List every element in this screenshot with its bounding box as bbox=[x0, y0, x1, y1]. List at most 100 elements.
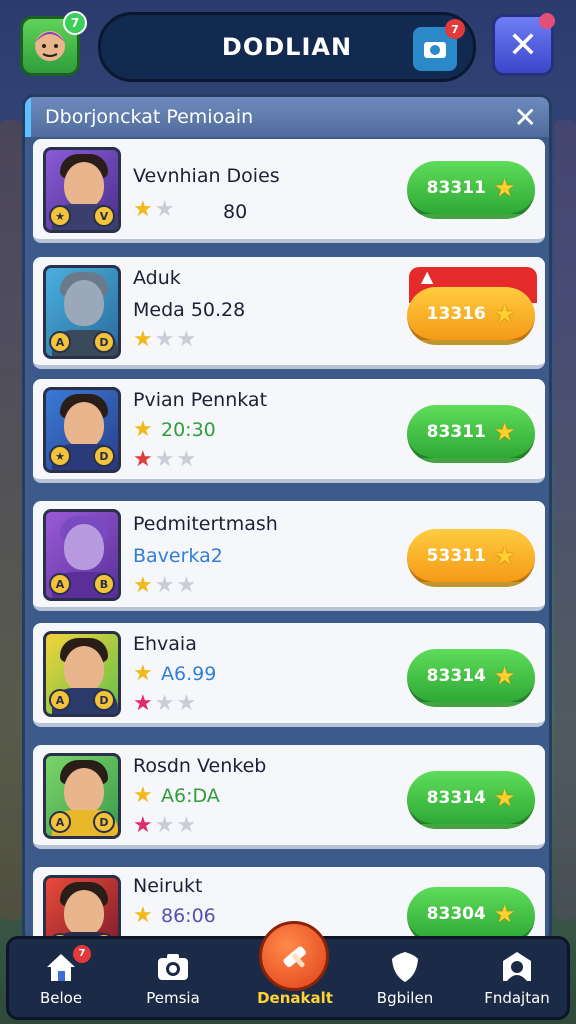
price-label: 83311 bbox=[426, 421, 486, 442]
star-empty-icon: ★★ bbox=[154, 813, 199, 838]
nav-badge: 7 bbox=[73, 945, 91, 963]
list-item[interactable]: ★ D Pvian Pennkat ★ 20:30 ★★★ 83311 ★ bbox=[33, 379, 545, 483]
list-item[interactable]: A D Rosdn Venkeb ★ A6:DA ★★★ 83314 ★ bbox=[33, 745, 545, 849]
tag-icon: ▲ bbox=[421, 267, 434, 286]
star-currency-icon: ★ bbox=[493, 417, 516, 446]
price-label: 13316 bbox=[426, 303, 486, 324]
title-banner: DODLIAN 7 bbox=[98, 12, 476, 82]
close-icon: ✕ bbox=[507, 24, 539, 66]
star-empty-icon: ★★ bbox=[154, 327, 199, 352]
portrait-face bbox=[64, 890, 104, 936]
character-portrait: A B bbox=[43, 509, 121, 601]
center-action-button[interactable] bbox=[259, 921, 329, 991]
class-badge: D bbox=[93, 331, 115, 353]
panel-title: Dborjonckat Pemioain bbox=[45, 106, 254, 128]
character-name: Pvian Pennkat bbox=[133, 389, 268, 411]
character-name: Ehvaia bbox=[133, 633, 197, 655]
rank-badge: A bbox=[49, 573, 71, 595]
class-badge: B bbox=[93, 573, 115, 595]
nav-item-camera[interactable]: Pemsia bbox=[121, 939, 225, 1019]
notification-dot bbox=[539, 13, 555, 29]
star-filled-icon: ★ bbox=[133, 903, 155, 928]
star-filled-icon: ★ bbox=[133, 573, 155, 598]
character-timer: 86:06 bbox=[161, 905, 216, 927]
star-filled-icon: ★ bbox=[133, 327, 155, 352]
price-label: 83314 bbox=[426, 787, 486, 808]
camera-button[interactable]: 7 bbox=[413, 19, 465, 71]
character-stat: Meda 50.28 bbox=[133, 299, 246, 321]
character-portrait: A D bbox=[43, 875, 121, 941]
portrait-face bbox=[64, 768, 104, 814]
star-rating: ★★★ bbox=[133, 813, 198, 838]
bottom-nav: 7 Beloe Pemsia Denakalt Bgbilen Fndajtan bbox=[6, 921, 570, 1020]
character-list-panel: Dborjonckat Pemioain ✕ ★ V Vevnhian Doie… bbox=[22, 94, 552, 944]
list-item[interactable]: A B Pedmitertmash Baverka2 ★★★ 53311 ★ bbox=[33, 501, 545, 611]
buy-button[interactable]: 83314 ★ bbox=[407, 649, 535, 707]
star-empty-icon: ★★ bbox=[154, 691, 199, 716]
list-item[interactable]: ★ V Vevnhian Doies 80 ★★ 83311 ★ bbox=[33, 139, 545, 243]
star-currency-icon: ★ bbox=[493, 541, 516, 570]
timer-star: ★ bbox=[133, 783, 155, 808]
background-building bbox=[554, 120, 576, 920]
shield-icon bbox=[392, 952, 418, 982]
star-rating: ★★ bbox=[133, 197, 176, 222]
nav-item-home[interactable]: 7 Beloe bbox=[9, 939, 113, 1019]
portrait-face bbox=[64, 402, 104, 448]
nav-label: Pemsia bbox=[146, 989, 200, 1007]
star-filled-icon: ★ bbox=[133, 447, 155, 472]
star-filled-icon: ★ bbox=[133, 197, 155, 222]
star-rating: ★★★ bbox=[133, 691, 198, 716]
class-badge: D bbox=[93, 445, 115, 467]
class-badge: D bbox=[93, 811, 115, 833]
top-bar: 7 DODLIAN 7 ✕ bbox=[0, 0, 576, 92]
portrait-face bbox=[64, 524, 104, 570]
profile-icon bbox=[503, 952, 531, 981]
portrait-face bbox=[64, 280, 104, 326]
rank-badge: ★ bbox=[49, 445, 71, 467]
character-stat: A6.99 bbox=[161, 663, 217, 685]
rank-badge: A bbox=[49, 331, 71, 353]
portrait-face bbox=[64, 162, 104, 208]
character-name: Neirukt bbox=[133, 875, 203, 897]
camera-icon bbox=[158, 954, 188, 980]
star-currency-icon: ★ bbox=[493, 783, 516, 812]
nav-item-profile[interactable]: Fndajtan bbox=[465, 939, 569, 1019]
character-stat: Baverka2 bbox=[133, 545, 223, 567]
star-rating: ★★★ bbox=[133, 447, 198, 472]
star-currency-icon: ★ bbox=[493, 299, 516, 328]
character-portrait: A D bbox=[43, 631, 121, 717]
close-button[interactable]: ✕ bbox=[492, 13, 555, 76]
buy-button[interactable]: 83311 ★ bbox=[407, 161, 535, 219]
rank-badge: A bbox=[49, 811, 71, 833]
buy-button[interactable]: 83314 ★ bbox=[407, 771, 535, 829]
buy-button[interactable]: 53311 ★ bbox=[407, 529, 535, 587]
star-filled-icon: ★ bbox=[133, 661, 155, 686]
timer-star: ★ bbox=[133, 417, 155, 442]
character-timer: 20:30 bbox=[161, 419, 216, 441]
star-filled-icon: ★ bbox=[133, 417, 155, 442]
character-name: Pedmitertmash bbox=[133, 513, 278, 535]
character-portrait: ★ D bbox=[43, 387, 121, 473]
class-badge: V bbox=[93, 205, 115, 227]
nav-label: Beloe bbox=[39, 989, 83, 1007]
buy-button[interactable]: 83311 ★ bbox=[407, 405, 535, 463]
character-portrait: A D bbox=[43, 753, 121, 839]
camera-icon bbox=[424, 42, 446, 58]
nav-label-active[interactable]: Denakalt bbox=[235, 989, 355, 1007]
list-item[interactable]: A D Ehvaia ★ A6.99 ★★★ 83314 ★ bbox=[33, 623, 545, 727]
hammer-icon bbox=[283, 946, 306, 968]
character-timer: A6:DA bbox=[161, 785, 220, 807]
portrait-face bbox=[64, 646, 104, 692]
rank-badge: ★ bbox=[49, 205, 71, 227]
character-avatar-icon bbox=[35, 31, 65, 61]
panel-close-icon[interactable]: ✕ bbox=[514, 101, 537, 134]
star-currency-icon: ★ bbox=[493, 173, 516, 202]
nav-item-shield[interactable]: Bgbilen bbox=[353, 939, 457, 1019]
background-building bbox=[0, 120, 22, 920]
price-label: 83311 bbox=[426, 177, 486, 198]
profile-avatar-button[interactable]: 7 bbox=[20, 11, 87, 76]
character-name: Aduk bbox=[133, 267, 181, 289]
buy-button[interactable]: 13316 ★ bbox=[407, 287, 535, 345]
list-item[interactable]: A D Aduk Meda 50.28 ★★★ ▲ 13316 ★ bbox=[33, 257, 545, 369]
star-currency-icon: ★ bbox=[493, 661, 516, 690]
